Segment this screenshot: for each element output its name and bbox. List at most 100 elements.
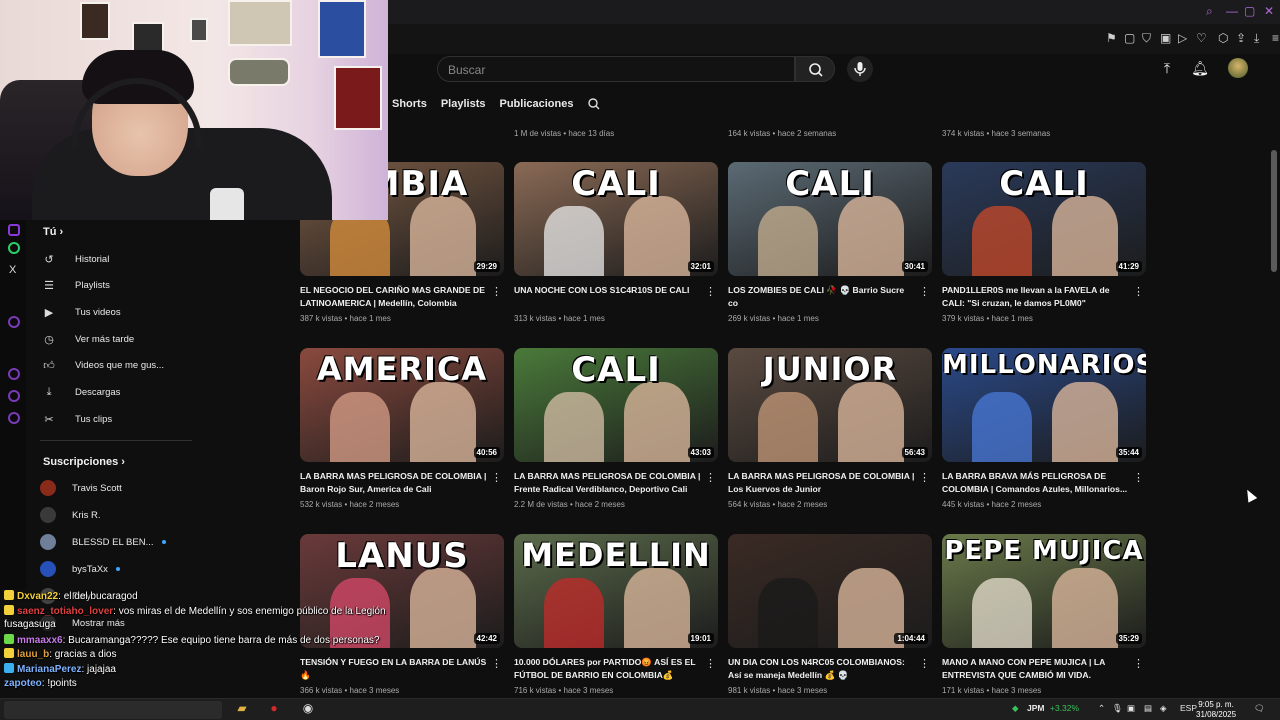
screenshot-icon[interactable]: ▣ [1160, 31, 1171, 45]
extension-icon[interactable] [8, 390, 20, 402]
video-thumbnail[interactable]: CALI 43:03 [514, 348, 718, 462]
video-title[interactable]: EL NEGOCIO DEL CARIÑO MAS GRANDE DE LATI… [300, 284, 504, 310]
tray-app-icon[interactable]: ▤ [1144, 703, 1152, 714]
more-vert-icon[interactable]: ⋮ [491, 285, 502, 298]
video-title[interactable]: UN DIA CON LOS N4RC05 COLOMBIANOS: Así s… [728, 656, 932, 682]
video-title[interactable]: UNA NOCHE CON LOS S1C4R10S DE CALI [514, 284, 718, 310]
sidebar-item[interactable]: ☰ Playlists [40, 277, 110, 295]
tray-app-icon[interactable]: ◈ [1160, 703, 1167, 714]
history-icon[interactable] [8, 368, 20, 380]
twitch-icon[interactable] [8, 224, 20, 236]
video-thumbnail[interactable]: PEPE MUJICA 35:29 [942, 534, 1146, 648]
taskbar-search[interactable] [4, 701, 222, 719]
bookmark-icon[interactable]: ⚑ [1106, 31, 1117, 45]
video-card[interactable]: AMERICA 40:56 LA BARRA MAS PELIGROSA DE CO… [300, 348, 504, 509]
minimize-icon[interactable]: — [1226, 4, 1238, 18]
more-vert-icon[interactable]: ⋮ [1133, 657, 1144, 670]
more-vert-icon[interactable]: ⋮ [919, 657, 930, 670]
mic-icon[interactable]: 🎙︎ [1112, 703, 1123, 714]
sidebar-item[interactable]: ↺ Historial [40, 250, 109, 268]
heart-icon[interactable]: ♡ [1196, 31, 1207, 45]
share-icon[interactable]: ⇪ [1236, 31, 1246, 45]
clock[interactable]: 9:05 p. m. 31/08/2025 [1196, 700, 1236, 720]
shield-icon[interactable]: ⛉ [1142, 31, 1151, 46]
obs-icon[interactable]: ◉ [298, 701, 318, 719]
sidebar-item[interactable]: ◷ Ver más tarde [40, 330, 134, 348]
restore-icon[interactable]: ▢ [1244, 4, 1255, 18]
video-title[interactable]: LA BARRA BRAVA MÁS PELIGROSA DE COLOMBIA… [942, 470, 1146, 496]
folder-icon[interactable]: ▰ [232, 701, 252, 719]
sidebar-you-title[interactable]: Tú › [43, 226, 63, 238]
more-vert-icon[interactable]: ⋮ [705, 657, 716, 670]
video-thumbnail[interactable]: 1:04:44 [728, 534, 932, 648]
video-card[interactable]: PEPE MUJICA 35:29 MANO A MANO CON PEPE MUJ… [942, 534, 1146, 695]
video-title[interactable]: LA BARRA MAS PELIGROSA DE COLOMBIA | Los… [728, 470, 932, 496]
video-card[interactable]: CALI 41:29 PAND1LLER0S me llevan a la FAVE… [942, 162, 1146, 323]
subscription-item[interactable]: Travis Scott [40, 479, 122, 497]
more-vert-icon[interactable]: ⋮ [705, 285, 716, 298]
download-icon[interactable]: ⤓ [1254, 31, 1259, 46]
play-icon[interactable]: ▷ [1178, 31, 1187, 45]
tray-app-icon[interactable]: ▣ [1127, 703, 1135, 714]
video-card[interactable]: MEDELLIN 19:01 10.000 DÓLARES por PARTIDO😡… [514, 534, 718, 695]
mic-button[interactable] [847, 56, 873, 82]
video-thumbnail[interactable]: MILLONARIOS 35:44 [942, 348, 1146, 462]
video-thumbnail[interactable]: JUNIOR 56:43 [728, 348, 932, 462]
video-title[interactable]: MANO A MANO CON PEPE MUJICA | LA ENTREVI… [942, 656, 1146, 682]
tab-icon[interactable]: ▢ [1124, 31, 1135, 45]
more-vert-icon[interactable]: ⋮ [919, 285, 930, 298]
subscription-item[interactable]: bysTaXx [40, 560, 120, 578]
video-title[interactable]: LOS ZOMBIES DE CALI 🥀 💀 Barrio Sucre co [728, 284, 932, 310]
video-card[interactable]: JUNIOR 56:43 LA BARRA MAS PELIGROSA DE COL… [728, 348, 932, 509]
sidebar-item[interactable]: ▶ Tus videos [40, 303, 121, 321]
whatsapp-icon[interactable] [8, 242, 20, 254]
video-card[interactable]: 1:04:44 UN DIA CON LOS N4RC05 COLOMBIANOS… [728, 534, 932, 695]
subscription-item[interactable]: Kris R. [40, 506, 101, 524]
avatar[interactable] [1228, 58, 1248, 78]
video-title[interactable]: LA BARRA MAS PELIGROSA DE COLOMBIA | Fre… [514, 470, 718, 496]
video-card[interactable]: MILLONARIOS 35:44 LA BARRA BRAVA MÁS PELIG… [942, 348, 1146, 509]
language-indicator[interactable]: ESP [1180, 703, 1197, 713]
sidebar-item[interactable]: 👍︎ Videos que me gus... [40, 357, 164, 375]
more-vert-icon[interactable]: ⋮ [491, 471, 502, 484]
sidebar-item[interactable]: ⤓ Descargas [40, 384, 121, 402]
video-thumbnail[interactable]: MEDELLIN 19:01 [514, 534, 718, 648]
menu-icon[interactable]: ≡ [1272, 31, 1279, 45]
video-title[interactable]: 10.000 DÓLARES por PARTIDO😡 ASÍ ES EL FÚ… [514, 656, 718, 682]
video-thumbnail[interactable]: AMERICA 40:56 [300, 348, 504, 462]
extension-icon[interactable] [8, 316, 20, 328]
video-thumbnail[interactable]: CALI 41:29 [942, 162, 1146, 276]
more-vert-icon[interactable]: ⋮ [491, 657, 502, 670]
tab-playlists[interactable]: Playlists [441, 98, 486, 110]
video-title[interactable]: PAND1LLER0S me llevan a la FAVELA de CAL… [942, 284, 1146, 310]
video-card[interactable]: CALI 43:03 LA BARRA MAS PELIGROSA DE COLOM… [514, 348, 718, 509]
notifications-icon[interactable]: 🗨︎ [1254, 703, 1265, 714]
browser-icon[interactable]: ● [264, 701, 284, 719]
search-input[interactable]: Buscar [437, 56, 795, 82]
video-card[interactable]: CALI 30:41 LOS ZOMBIES DE CALI 🥀 💀 Barrio … [728, 162, 932, 323]
chevron-up-icon[interactable]: ⌃ [1098, 703, 1105, 714]
subscription-item[interactable]: BLESSD EL BEN... [40, 533, 166, 551]
tab-publicaciones[interactable]: Publicaciones [499, 98, 573, 110]
sidebar-subs-title[interactable]: Suscripciones › [43, 456, 125, 468]
bell-icon[interactable]: 🔔︎ [1191, 60, 1209, 78]
channel-search-icon[interactable] [587, 97, 601, 111]
scrollbar-thumb[interactable] [1271, 150, 1277, 272]
extensions-icon[interactable]: ⬡ [1218, 31, 1228, 45]
more-vert-icon[interactable]: ⋮ [919, 471, 930, 484]
video-title[interactable]: LA BARRA MAS PELIGROSA DE COLOMBIA | Bar… [300, 470, 504, 496]
video-thumbnail[interactable]: CALI 30:41 [728, 162, 932, 276]
video-thumbnail[interactable]: CALI 32:01 [514, 162, 718, 276]
search-button[interactable] [795, 56, 835, 82]
video-card[interactable]: CALI 32:01 UNA NOCHE CON LOS S1C4R10S DE C… [514, 162, 718, 323]
x-icon[interactable]: X [9, 264, 21, 276]
sidebar-item[interactable]: ✂ Tus clips [40, 410, 112, 428]
tab-shorts[interactable]: Shorts [392, 98, 427, 110]
settings-icon[interactable] [8, 412, 20, 424]
search-icon[interactable]: ⌕ [1206, 4, 1213, 19]
more-vert-icon[interactable]: ⋮ [1133, 471, 1144, 484]
more-vert-icon[interactable]: ⋮ [705, 471, 716, 484]
more-vert-icon[interactable]: ⋮ [1133, 285, 1144, 298]
close-icon[interactable]: ✕ [1264, 4, 1274, 18]
upload-icon[interactable]: ⤒ [1158, 60, 1176, 78]
